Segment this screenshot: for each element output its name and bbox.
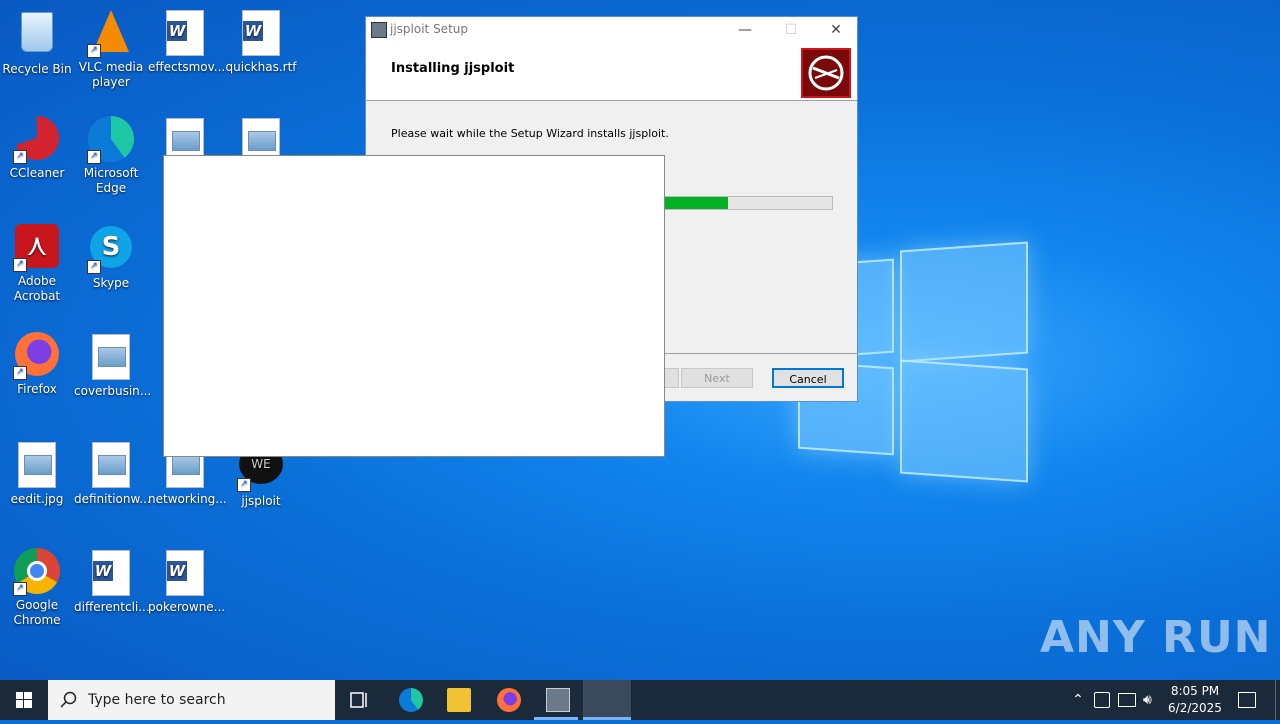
search-icon — [60, 691, 77, 708]
icon-label: networking... — [148, 492, 227, 506]
wizard-header: Installing jjsploit — [366, 43, 857, 101]
image-file-icon — [18, 442, 56, 488]
word-file-icon: W — [166, 550, 204, 596]
edge-taskbar-icon[interactable] — [399, 688, 423, 712]
desktop-icon-google-chrome[interactable]: ↗ Google Chrome — [0, 548, 74, 628]
installer-taskbar-icon[interactable] — [546, 688, 570, 712]
icon-label: VLC media player — [78, 60, 144, 89]
desktop-icon-vlc[interactable]: ↗ VLC media player — [74, 8, 148, 90]
meet-now-icon[interactable] — [1094, 692, 1110, 708]
desktop-icon-microsoft-edge[interactable]: ↗ Microsoft Edge — [74, 116, 148, 196]
task-view-icon[interactable] — [348, 688, 372, 712]
clock[interactable]: 8:05 PM 6/2/2025 — [1163, 683, 1227, 717]
shortcut-arrow-icon: ↗ — [13, 366, 27, 380]
window-title: jjsploit Setup — [390, 22, 468, 36]
notification-icon[interactable] — [1238, 692, 1256, 708]
icon-label: Microsoft Edge — [83, 166, 139, 195]
shortcut-arrow-icon: ↗ — [87, 260, 101, 274]
search-box[interactable]: Type here to search — [48, 680, 335, 720]
desktop-icon-eedit[interactable]: eedit.jpg — [0, 440, 74, 507]
icon-label: effectsmov... — [148, 60, 226, 74]
jjsploit-logo-icon — [801, 48, 851, 98]
show-desktop-button[interactable] — [1275, 680, 1276, 720]
desktop-icon-pokerowne[interactable]: W pokerowne... — [148, 548, 226, 615]
installer-icon — [371, 22, 387, 38]
desktop-icon-differentcli[interactable]: W differentcli... — [74, 548, 150, 615]
icon-label: pokerowne... — [148, 600, 226, 614]
shortcut-arrow-icon: ↗ — [13, 582, 27, 596]
next-button: Next — [681, 368, 753, 388]
icon-label: definitionw... — [74, 492, 151, 506]
shortcut-arrow-icon: ↗ — [87, 150, 101, 164]
wizard-message: Please wait while the Setup Wizard insta… — [391, 127, 669, 140]
shortcut-arrow-icon: ↗ — [237, 478, 251, 492]
install-progress-bar — [663, 196, 833, 210]
firefox-taskbar-icon[interactable] — [497, 688, 521, 712]
icon-label: differentcli... — [74, 600, 150, 614]
volume-icon[interactable]: 🔊︎ — [1143, 688, 1161, 712]
start-button[interactable] — [0, 680, 48, 720]
desktop-icon-definitionw[interactable]: definitionw... — [74, 440, 151, 507]
recycle-bin-icon — [21, 12, 53, 52]
desktop-icon-skype[interactable]: S ↗ Skype — [74, 224, 148, 291]
image-file-icon — [92, 334, 130, 380]
icon-label: Adobe Acrobat — [13, 274, 61, 303]
icon-label: CCleaner — [9, 166, 65, 180]
icon-label: Skype — [92, 276, 130, 290]
blank-window[interactable] — [163, 155, 665, 457]
desktop-icon-coverbusin[interactable]: coverbusin... — [74, 332, 152, 399]
cancel-button[interactable]: Cancel — [772, 368, 844, 388]
icon-label: Recycle Bin — [2, 62, 72, 76]
network-icon[interactable] — [1118, 693, 1136, 707]
icon-label: Firefox — [17, 382, 57, 396]
chevron-up-icon[interactable]: ⌃ — [1070, 688, 1086, 712]
taskbar: Type here to search ⌃ 🔊︎ 8:05 PM 6/2/202… — [0, 680, 1280, 720]
desktop-icon-effectsmov[interactable]: W effectsmov... — [148, 8, 226, 75]
desktop-icon-firefox[interactable]: ↗ Firefox — [0, 332, 74, 397]
wizard-heading: Installing jjsploit — [391, 61, 515, 76]
desktop-icon-adobe-acrobat[interactable]: ⋏ ↗ Adobe Acrobat — [0, 224, 74, 304]
icon-label: coverbusin... — [74, 384, 152, 398]
icon-label: quickhas.rtf — [225, 60, 297, 74]
icon-label: jjsploit — [241, 494, 281, 508]
clock-date: 6/2/2025 — [1168, 701, 1222, 715]
progress-fill — [664, 197, 728, 209]
shortcut-arrow-icon: ↗ — [87, 44, 101, 58]
image-file-icon — [92, 442, 130, 488]
desktop-icon-quickhas[interactable]: W quickhas.rtf — [224, 8, 298, 75]
maximize-button: ☐ — [784, 22, 798, 38]
clock-time: 8:05 PM — [1170, 684, 1220, 698]
search-placeholder: Type here to search — [88, 692, 226, 708]
shortcut-arrow-icon: ↗ — [13, 150, 27, 164]
file-explorer-icon[interactable] — [447, 688, 471, 712]
desktop-icon-ccleaner[interactable]: ↗ CCleaner — [0, 116, 74, 181]
word-file-icon: W — [166, 10, 204, 56]
windows-start-icon — [16, 692, 32, 708]
icon-label: eedit.jpg — [10, 492, 64, 506]
minimize-button[interactable]: — — [722, 17, 768, 43]
taskbar-app-button[interactable] — [583, 680, 631, 720]
watermark: ANY RUN — [1040, 612, 1272, 663]
back-button — [663, 368, 679, 388]
shortcut-arrow-icon: ↗ — [13, 258, 27, 272]
icon-label: Google Chrome — [13, 598, 61, 627]
desktop-icon-recycle-bin[interactable]: Recycle Bin — [0, 8, 74, 77]
title-bar[interactable]: jjsploit Setup — ☐ ✕ — [366, 17, 857, 43]
word-file-icon: W — [92, 550, 130, 596]
close-button[interactable]: ✕ — [813, 17, 859, 43]
word-file-icon: W — [242, 10, 280, 56]
